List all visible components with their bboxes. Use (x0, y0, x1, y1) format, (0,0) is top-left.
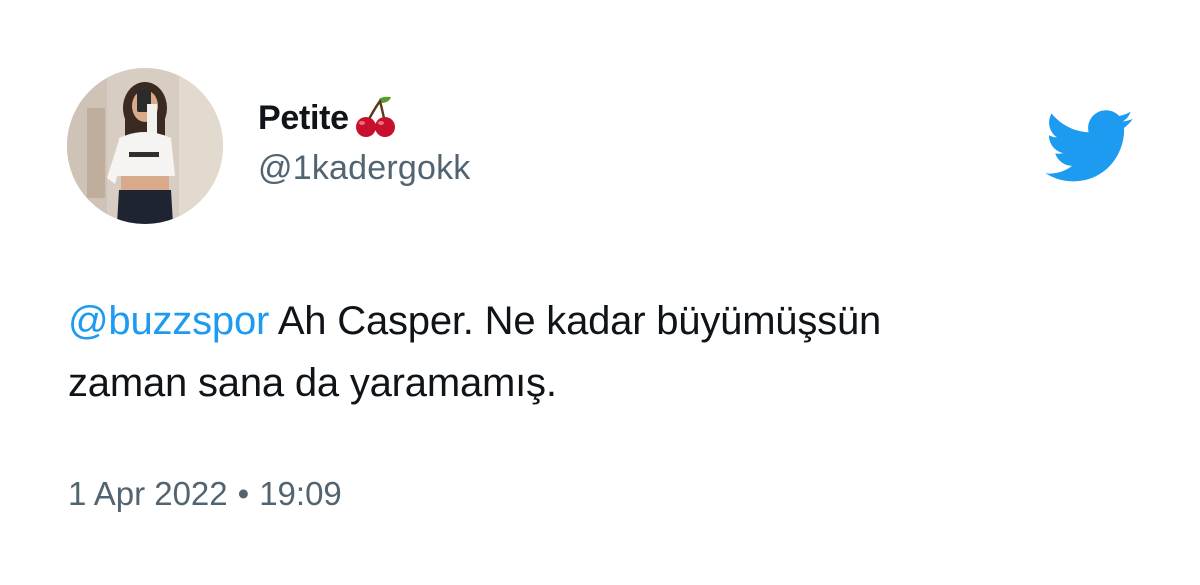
tweet-time: 19:09 (259, 475, 342, 512)
avatar-photo (67, 68, 223, 224)
display-name[interactable]: Petite (258, 99, 349, 138)
cherry-icon (353, 93, 399, 139)
tweet-card: Petite @1kadergokk @buzzspor Ah Casper. … (0, 0, 1200, 585)
mention-link[interactable]: @buzzspor (68, 299, 269, 343)
tweet-text-line1: Ah Casper. Ne kadar büyümüşsün (269, 299, 882, 343)
tweet-author: Petite @1kadergokk (258, 93, 471, 188)
avatar[interactable] (67, 68, 223, 224)
tweet-timestamp[interactable]: 1 Apr 2022 • 19:09 (68, 475, 342, 513)
user-handle[interactable]: @1kadergokk (258, 149, 471, 188)
twitter-bird-icon[interactable] (1045, 110, 1135, 184)
tweet-text-line2: zaman sana da yaramamış. (68, 361, 557, 405)
display-name-row: Petite (258, 93, 471, 143)
tweet-text: @buzzspor Ah Casper. Ne kadar büyümüşsün… (68, 290, 1148, 414)
separator-dot: • (237, 475, 250, 512)
tweet-date: 1 Apr 2022 (68, 475, 228, 512)
